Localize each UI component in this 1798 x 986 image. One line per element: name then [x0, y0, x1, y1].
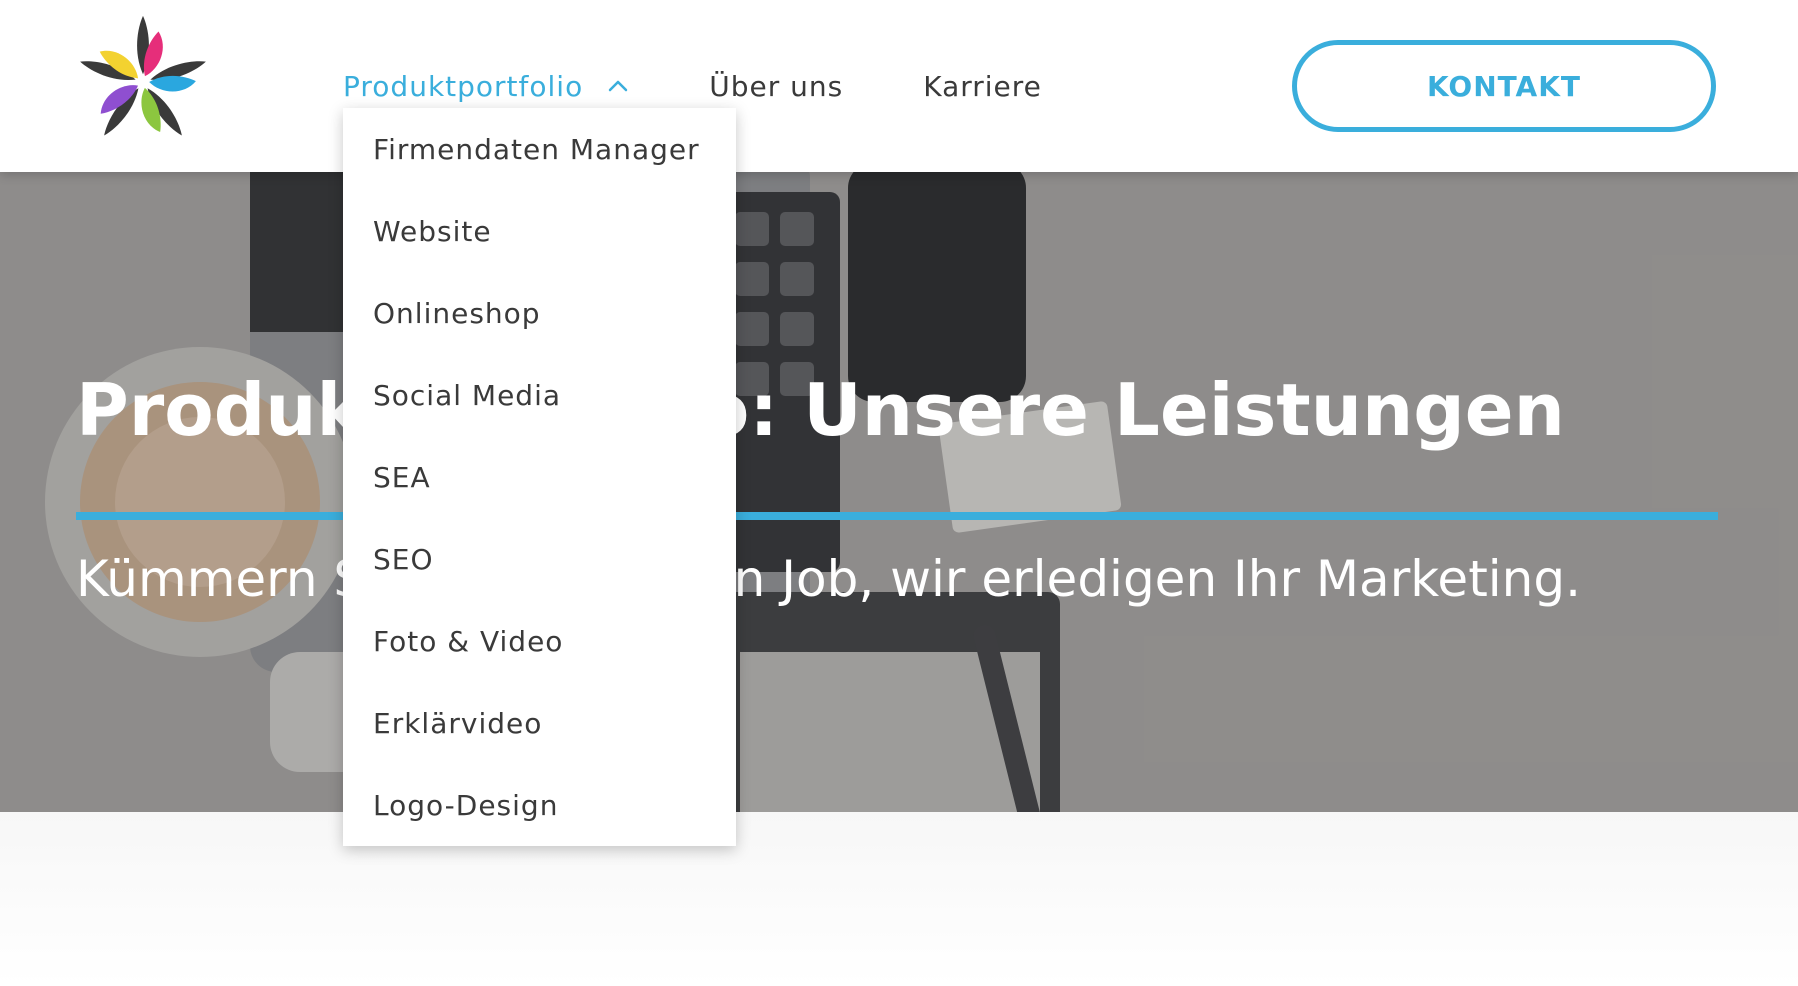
content-area: [0, 812, 1798, 986]
produktportfolio-dropdown: Firmendaten Manager Website Onlineshop S…: [343, 108, 736, 846]
hero-banner: Produktportfolio: Unsere Leistungen Kümm…: [0, 172, 1798, 812]
dropdown-item-seo[interactable]: SEO: [343, 518, 736, 600]
hero-subtitle: Kümmern Sie sich um Ihren Job, wir erled…: [76, 550, 1582, 608]
flower-logo[interactable]: [72, 12, 214, 152]
nav-item-ueber-uns[interactable]: Über uns: [709, 70, 843, 103]
dropdown-item-website[interactable]: Website: [343, 190, 736, 272]
chevron-up-icon: [608, 80, 628, 92]
dropdown-item-social-media[interactable]: Social Media: [343, 354, 736, 436]
hero-divider: [76, 512, 1718, 520]
nav-item-label: Über uns: [709, 69, 844, 103]
dropdown-item-foto-video[interactable]: Foto & Video: [343, 600, 736, 682]
nav-item-karriere[interactable]: Karriere: [923, 70, 1042, 103]
nav-item-label: Karriere: [923, 69, 1042, 103]
dropdown-item-sea[interactable]: SEA: [343, 436, 736, 518]
kontakt-button[interactable]: KONTAKT: [1292, 40, 1716, 132]
hero-title: Produktportfolio: Unsere Leistungen: [76, 368, 1565, 452]
nav-item-label: Produktportfolio: [343, 69, 584, 103]
hero-background-image: [0, 172, 1798, 812]
site-header: Produktportfolio Über uns Karriere KONTA…: [0, 0, 1798, 172]
dropdown-item-firmendaten-manager[interactable]: Firmendaten Manager: [343, 108, 736, 190]
dropdown-item-logo-design[interactable]: Logo-Design: [343, 764, 736, 846]
main-nav: Produktportfolio Über uns Karriere: [343, 66, 1042, 106]
dropdown-item-onlineshop[interactable]: Onlineshop: [343, 272, 736, 354]
dropdown-item-erklaervideo[interactable]: Erklärvideo: [343, 682, 736, 764]
nav-item-produktportfolio[interactable]: Produktportfolio: [343, 70, 629, 103]
